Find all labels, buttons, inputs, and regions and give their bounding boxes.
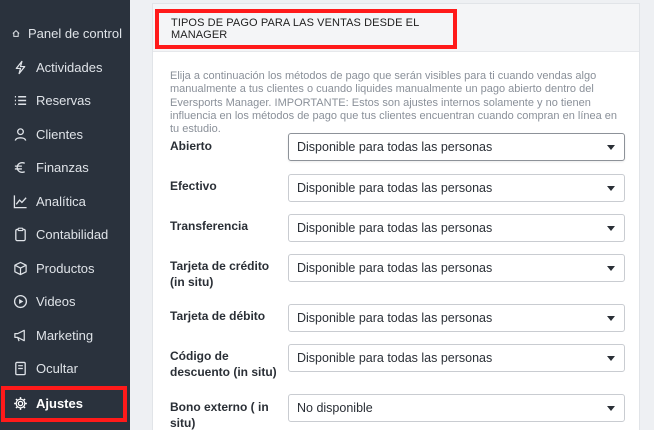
payment-label: Código de descuento (in situ) <box>170 349 277 379</box>
select-value: Disponible para todas las personas <box>297 181 493 195</box>
sidebar-item-label: Analítica <box>36 194 86 209</box>
megaphone-icon <box>12 328 28 344</box>
select-value: Disponible para todas las personas <box>297 351 493 365</box>
sidebar-item-reservas[interactable]: Reservas <box>0 84 130 117</box>
sidebar-item-ocultar[interactable]: Ocultar <box>0 352 130 385</box>
payment-select-tarjeta-debito[interactable]: Disponible para todas las personas <box>288 304 625 332</box>
sidebar-item-label: Productos <box>36 261 95 276</box>
document-icon <box>12 361 28 377</box>
sidebar-item-label: Ocultar <box>36 361 78 376</box>
payment-label: Bono externo ( in situ) <box>170 400 269 430</box>
sidebar-item-productos[interactable]: Productos <box>0 252 130 285</box>
panel-description: Elija a continuación los métodos de pago… <box>170 70 618 136</box>
panel-header: TIPOS DE PAGO PARA LAS VENTAS DESDE EL M… <box>153 4 639 52</box>
sidebar-item-label: Contabilidad <box>36 227 109 242</box>
sidebar-item-label: Marketing <box>36 328 94 343</box>
caret-down-icon <box>607 226 615 231</box>
box-icon <box>12 261 28 277</box>
sidebar-item-finanzas[interactable]: Finanzas <box>0 151 130 184</box>
sidebar-item-marketing[interactable]: Marketing <box>0 319 130 352</box>
select-value: Disponible para todas las personas <box>297 311 493 325</box>
home-icon <box>11 26 21 42</box>
payment-label: Transferencia <box>170 219 249 233</box>
payment-select-efectivo[interactable]: Disponible para todas las personas <box>288 174 625 202</box>
caret-down-icon <box>607 406 615 411</box>
clipboard-icon <box>12 227 28 243</box>
payment-select-bono-externo[interactable]: No disponible <box>288 394 625 422</box>
play-icon <box>12 294 28 310</box>
select-value: Disponible para todas las personas <box>297 261 493 275</box>
sidebar: Panel de control Actividades Reservas Cl… <box>0 0 130 430</box>
lightning-icon <box>12 60 28 76</box>
sidebar-item-label: Clientes <box>36 127 83 142</box>
payment-label: Tarjeta de débito <box>170 309 266 323</box>
payment-select-transferencia[interactable]: Disponible para todas las personas <box>288 214 625 242</box>
payment-label: Efectivo <box>170 179 217 193</box>
caret-down-icon <box>607 316 615 321</box>
user-icon <box>12 127 28 143</box>
caret-down-icon <box>607 356 615 361</box>
sidebar-item-videos[interactable]: Videos <box>0 285 130 318</box>
sidebar-item-label: Panel de control <box>28 26 122 41</box>
caret-down-icon <box>607 266 615 271</box>
caret-down-icon <box>607 186 615 191</box>
sidebar-item-panel-de-control[interactable]: Panel de control <box>0 17 130 50</box>
chart-icon <box>12 194 28 210</box>
sidebar-item-actividades[interactable]: Actividades <box>0 51 130 84</box>
payment-select-tarjeta-credito[interactable]: Disponible para todas las personas <box>288 254 625 282</box>
payment-types-panel: TIPOS DE PAGO PARA LAS VENTAS DESDE EL M… <box>152 3 640 430</box>
payment-select-abierto[interactable]: Disponible para todas las personas <box>288 133 625 161</box>
sidebar-item-analitica[interactable]: Analítica <box>0 185 130 218</box>
select-value: Disponible para todas las personas <box>297 140 493 154</box>
caret-down-icon <box>607 145 615 150</box>
active-item-highlight <box>1 386 127 422</box>
list-icon <box>12 93 28 109</box>
payment-label: Tarjeta de crédito (in situ) <box>170 259 270 289</box>
sidebar-item-label: Finanzas <box>36 160 89 175</box>
payment-select-codigo-descuento[interactable]: Disponible para todas las personas <box>288 344 625 372</box>
panel-title: TIPOS DE PAGO PARA LAS VENTAS DESDE EL M… <box>155 9 457 49</box>
select-value: Disponible para todas las personas <box>297 221 493 235</box>
sidebar-item-label: Reservas <box>36 93 91 108</box>
sidebar-item-clientes[interactable]: Clientes <box>0 118 130 151</box>
euro-icon <box>12 160 28 176</box>
select-value: No disponible <box>297 401 373 415</box>
sidebar-item-label: Videos <box>36 294 76 309</box>
payment-label: Abierto <box>170 139 212 153</box>
sidebar-item-contabilidad[interactable]: Contabilidad <box>0 218 130 251</box>
sidebar-item-label: Actividades <box>36 60 103 75</box>
